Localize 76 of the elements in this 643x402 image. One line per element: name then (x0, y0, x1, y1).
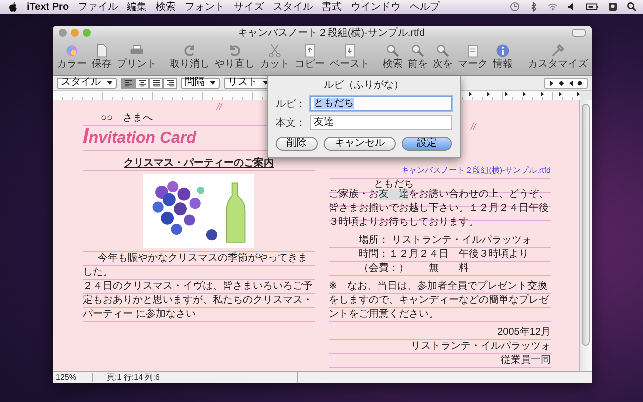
note-paragraph: ※ なお、当日は、参加者全員でプレゼント交換をしますので、キャンディーなどの簡単なプレゼントをご用意ください。 (329, 280, 551, 322)
file-name-label: キャンバスノート２段組(横)-サンプル.rtfd (329, 164, 551, 179)
body-paragraph: 今年も賑やかなクリスマスの季節がやってきました。 (83, 252, 315, 280)
alignment-button[interactable] (163, 78, 177, 88)
field-label: ルビ： (276, 98, 306, 110)
battery-icon[interactable] (586, 2, 599, 12)
toolbar-icon (550, 43, 566, 59)
body-paragraph: ２４日のクリスマス・イヴは、皆さまいろいろご予定もおありかと思いますが、私たちのクリスマス・パーティー に参加なさい (83, 280, 315, 322)
cursor-position-text: 頁:1 行:14 列:6 (93, 372, 298, 383)
toolbar-icon (385, 43, 401, 59)
page-margin-mark: // (217, 102, 222, 112)
align-lines-icon (124, 80, 132, 86)
toolbar-button[interactable]: カット (260, 43, 290, 71)
toolbar-icon (342, 43, 358, 59)
caret-icon (210, 81, 216, 85)
toolbar-button[interactable]: ペースト (330, 43, 370, 71)
menu-item[interactable]: フォント (185, 0, 226, 14)
alignment-button[interactable] (121, 78, 135, 88)
align-lines-icon (152, 80, 160, 86)
toolbar-icon (267, 43, 283, 59)
body-paragraph: ご家族・お友達 ともだち をお誘い合わせの上、どうぞ、皆さまお揃いでお越し下さい。１２月２４日午後３時頃よりお待ちしております。 (329, 179, 551, 230)
toolbar-button[interactable]: 次を (433, 43, 453, 71)
navigation-arrows-icon (548, 80, 584, 86)
dialog-button[interactable]: 設定 (402, 137, 452, 151)
align-lines-icon (166, 80, 174, 86)
menu-item[interactable]: ウインドウ (351, 0, 402, 14)
vertical-scrollbar[interactable] (579, 100, 592, 371)
menu-item[interactable]: 編集 (127, 0, 148, 14)
toolbar-icon (465, 43, 481, 59)
zoom-field[interactable]: 125% (53, 373, 93, 382)
input-field[interactable]: ともだち (310, 96, 452, 111)
toolbar-icon (435, 43, 451, 59)
dialog-button[interactable]: キャンセル (324, 137, 396, 151)
toolbar-button[interactable]: カラー (57, 43, 87, 71)
toolbar-button[interactable]: 検索 (383, 43, 403, 71)
toolbar-button[interactable]: プリント (117, 43, 157, 71)
spacing-dropdown[interactable]: 間隔 (181, 78, 220, 88)
bluetooth-icon[interactable] (529, 2, 539, 12)
page-margin-mark: // (471, 122, 476, 132)
menu-item[interactable]: ヘルプ (410, 0, 440, 14)
apple-logo-icon[interactable] (9, 2, 18, 12)
toolbar-button[interactable]: コピー (295, 43, 325, 71)
toolbar-button[interactable]: 取り消し (170, 43, 210, 71)
dialog-title: ルビ（ふりがな） (323, 79, 405, 92)
user-icon[interactable] (608, 2, 618, 12)
toolbar-button[interactable]: 前を (408, 43, 428, 71)
clock-icon[interactable] (510, 2, 520, 12)
toolbar-button[interactable]: カスタマイズ (528, 43, 588, 71)
toolbar-icon (64, 43, 80, 59)
dialog-button[interactable]: 削除 (276, 137, 318, 151)
style-dropdown[interactable]: スタイル (57, 78, 117, 88)
toolbar-button[interactable]: 情報 (493, 43, 513, 71)
heading-text: クリスマス・パーティーのご案内 (83, 157, 315, 171)
menu-item[interactable]: 書式 (322, 0, 342, 14)
toolbar-button[interactable]: やり直し (215, 43, 255, 71)
navigation-control[interactable] (544, 78, 588, 88)
caret-icon (107, 81, 113, 85)
window-title: キャンバスノート２段組(横)-サンプル.rtfd (236, 26, 426, 40)
menu-item[interactable]: ファイル (78, 0, 118, 14)
toolbar-button[interactable]: 保存 (92, 43, 112, 71)
toolbar-button[interactable]: マーク (458, 43, 488, 71)
menu-app-name[interactable]: iText Pro (27, 2, 70, 12)
input-field[interactable]: 友達 (310, 115, 452, 130)
toolbar-icon (495, 43, 511, 59)
toolbar-icon (410, 43, 426, 59)
toolbar-toggle-button[interactable] (572, 28, 586, 36)
menu-item[interactable]: 検索 (156, 0, 176, 14)
toolbar-icon (94, 43, 110, 59)
align-lines-icon (138, 80, 146, 86)
toolbar-icon (302, 43, 318, 59)
search-icon[interactable] (627, 2, 637, 12)
menu-item[interactable]: サイズ (234, 0, 264, 14)
alignment-button[interactable] (149, 78, 163, 88)
alignment-button[interactable] (135, 78, 149, 88)
wifi-icon[interactable] (548, 2, 558, 12)
menu-item[interactable]: スタイル (273, 0, 314, 14)
